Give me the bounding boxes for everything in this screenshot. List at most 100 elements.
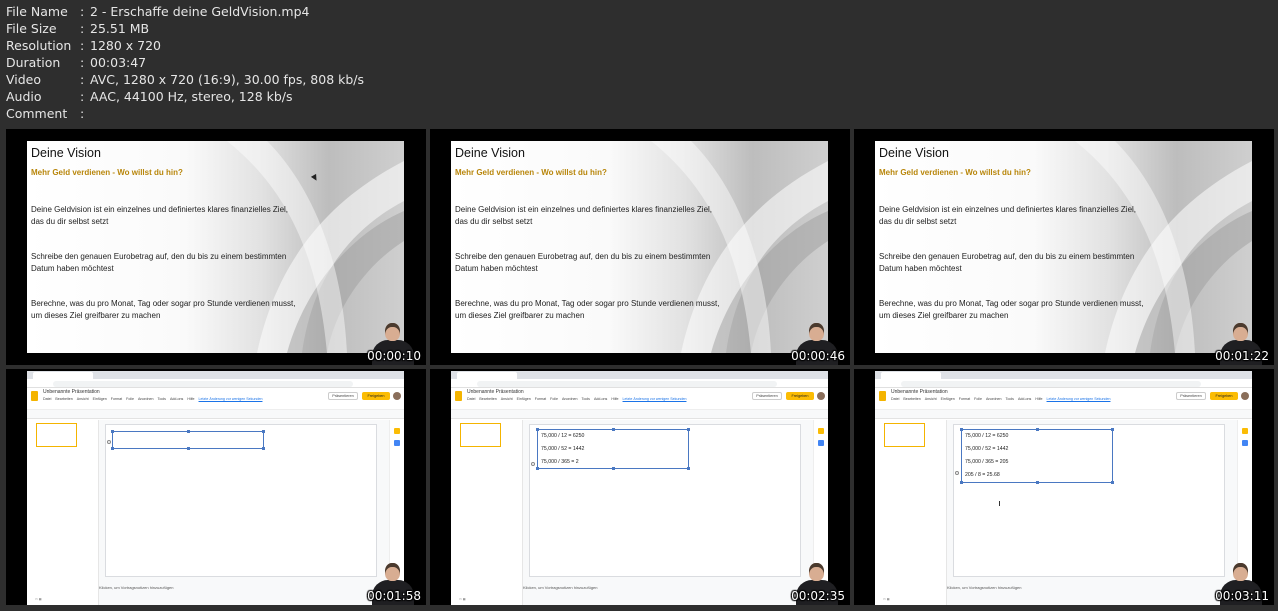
url-input[interactable]: [901, 380, 1201, 387]
speaker-notes[interactable]: Klicken, um Vortragsnotizen hinzuzufügen: [99, 585, 174, 590]
rotate-handle-icon[interactable]: [955, 471, 959, 475]
menu-slide[interactable]: Folie: [126, 397, 134, 401]
menu-view[interactable]: Ansicht: [77, 397, 89, 401]
menu-addons[interactable]: Add-ons: [594, 397, 607, 401]
menu-format[interactable]: Format: [535, 397, 546, 401]
text-box-selected[interactable]: 75,000 / 12 = 6250 75,000 / 52 = 1442 75…: [960, 428, 1114, 484]
url-input[interactable]: [53, 380, 353, 387]
zoom-controls[interactable]: ▭ ▦: [459, 597, 466, 601]
video-thumbnail-5[interactable]: Unbenannte Präsentation Datei Bearbeiten…: [430, 369, 850, 605]
keep-icon[interactable]: [394, 428, 400, 434]
speaker-notes[interactable]: Klicken, um Vortragsnotizen hinzuzufügen: [523, 585, 598, 590]
keep-icon[interactable]: [818, 428, 824, 434]
browser-tab[interactable]: [33, 372, 93, 379]
menu-arrange[interactable]: Anordnen: [562, 397, 578, 401]
calculation-line: 75,000 / 365 = 205: [965, 459, 1009, 465]
google-slides-logo-icon[interactable]: [455, 391, 462, 401]
slide-canvas[interactable]: 75,000 / 12 = 6250 75,000 / 52 = 1442 75…: [953, 424, 1225, 577]
keep-icon[interactable]: [1242, 428, 1248, 434]
video-thumbnail-2[interactable]: Deine Vision Mehr Geld verdienen - Wo wi…: [430, 129, 850, 365]
tasks-icon[interactable]: [818, 440, 824, 446]
tasks-icon[interactable]: [1242, 440, 1248, 446]
menu-arrange[interactable]: Anordnen: [138, 397, 154, 401]
text-box-selected[interactable]: [111, 430, 265, 450]
menu-edit[interactable]: Bearbeiten: [479, 397, 496, 401]
menu-edit[interactable]: Bearbeiten: [903, 397, 920, 401]
google-slides-logo-icon[interactable]: [879, 391, 886, 401]
url-input[interactable]: [477, 380, 777, 387]
slide-thumbnail[interactable]: [460, 423, 501, 447]
menu-help[interactable]: Hilfe: [187, 397, 194, 401]
timestamp: 00:03:11: [1215, 589, 1269, 603]
avatar[interactable]: [1241, 392, 1249, 400]
slide-thumbnail[interactable]: [36, 423, 77, 447]
formatting-toolbar[interactable]: [27, 410, 404, 419]
calculation-line: 75,000 / 52 = 1442: [541, 446, 585, 452]
document-title[interactable]: Unbenannte Präsentation: [891, 389, 948, 395]
editor-canvas-area: 75,000 / 12 = 6250 75,000 / 52 = 1442 75…: [947, 420, 1237, 605]
video-thumbnail-1[interactable]: Deine Vision Mehr Geld verdienen - Wo wi…: [6, 129, 426, 365]
info-separator: :: [80, 21, 85, 36]
info-key: File Name: [6, 4, 68, 19]
document-title[interactable]: Unbenannte Präsentation: [467, 389, 524, 395]
menu-file[interactable]: Datei: [43, 397, 51, 401]
menu-tools[interactable]: Tools: [582, 397, 590, 401]
document-title[interactable]: Unbenannte Präsentation: [43, 389, 100, 395]
formatting-toolbar[interactable]: [451, 410, 828, 419]
slides-app-bar: Unbenannte Präsentation Datei Bearbeiten…: [27, 388, 404, 410]
menu-file[interactable]: Datei: [891, 397, 899, 401]
share-button[interactable]: Freigeben: [362, 392, 390, 400]
menu-help[interactable]: Hilfe: [611, 397, 618, 401]
slide-paragraph: Schreibe den genauen Eurobetrag auf, den…: [879, 252, 1135, 273]
menu-addons[interactable]: Add-ons: [1018, 397, 1031, 401]
menu-arrange[interactable]: Anordnen: [986, 397, 1002, 401]
present-button[interactable]: Präsentieren: [1176, 392, 1206, 400]
avatar[interactable]: [817, 392, 825, 400]
slide-thumbnail[interactable]: [884, 423, 925, 447]
menu-view[interactable]: Ansicht: [501, 397, 513, 401]
menu-view[interactable]: Ansicht: [925, 397, 937, 401]
menu-insert[interactable]: Einfügen: [941, 397, 955, 401]
menu-edit[interactable]: Bearbeiten: [55, 397, 72, 401]
last-edit-link[interactable]: Letzte Änderung vor wenigen Sekunden: [199, 397, 263, 401]
video-thumbnail-6[interactable]: Unbenannte Präsentation Datei Bearbeiten…: [854, 369, 1274, 605]
browser-tab[interactable]: [457, 372, 517, 379]
video-thumbnail-3[interactable]: Deine Vision Mehr Geld verdienen - Wo wi…: [854, 129, 1274, 365]
menu-help[interactable]: Hilfe: [1035, 397, 1042, 401]
last-edit-link[interactable]: Letzte Änderung vor wenigen Sekunden: [623, 397, 687, 401]
menu-tools[interactable]: Tools: [158, 397, 166, 401]
rotate-handle-icon[interactable]: [531, 462, 535, 466]
menu-addons[interactable]: Add-ons: [170, 397, 183, 401]
avatar[interactable]: [393, 392, 401, 400]
last-edit-link[interactable]: Letzte Änderung vor wenigen Sekunden: [1047, 397, 1111, 401]
rotate-handle-icon[interactable]: [107, 440, 111, 444]
menu-insert[interactable]: Einfügen: [93, 397, 107, 401]
present-button[interactable]: Präsentieren: [752, 392, 782, 400]
slide-canvas[interactable]: 75,000 / 12 = 6250 75,000 / 52 = 1442 75…: [529, 424, 801, 577]
google-slides-logo-icon[interactable]: [31, 391, 38, 401]
address-bar: [451, 379, 828, 388]
menu-insert[interactable]: Einfügen: [517, 397, 531, 401]
menu-format[interactable]: Format: [959, 397, 970, 401]
calculation-line: 75,000 / 52 = 1442: [965, 446, 1009, 452]
info-separator: :: [80, 106, 85, 121]
text-box-selected[interactable]: 75,000 / 12 = 6250 75,000 / 52 = 1442 75…: [536, 428, 690, 470]
zoom-controls[interactable]: ▭ ▦: [883, 597, 890, 601]
formatting-toolbar[interactable]: [875, 410, 1252, 419]
menu-format[interactable]: Format: [111, 397, 122, 401]
slide-canvas[interactable]: [105, 424, 377, 577]
browser-tab[interactable]: [881, 372, 941, 379]
browser-window: Unbenannte Präsentation Datei Bearbeiten…: [875, 371, 1252, 605]
menu-tools[interactable]: Tools: [1006, 397, 1014, 401]
zoom-controls[interactable]: ▭ ▦: [35, 597, 42, 601]
present-button[interactable]: Präsentieren: [328, 392, 358, 400]
menu-slide[interactable]: Folie: [974, 397, 982, 401]
share-button[interactable]: Freigeben: [786, 392, 814, 400]
menu-file[interactable]: Datei: [467, 397, 475, 401]
menu-slide[interactable]: Folie: [550, 397, 558, 401]
speaker-notes[interactable]: Klicken, um Vortragsnotizen hinzuzufügen: [947, 585, 1022, 590]
slide-frame: Deine Vision Mehr Geld verdienen - Wo wi…: [875, 141, 1252, 353]
video-thumbnail-4[interactable]: Unbenannte Präsentation Datei Bearbeiten…: [6, 369, 426, 605]
tasks-icon[interactable]: [394, 440, 400, 446]
share-button[interactable]: Freigeben: [1210, 392, 1238, 400]
